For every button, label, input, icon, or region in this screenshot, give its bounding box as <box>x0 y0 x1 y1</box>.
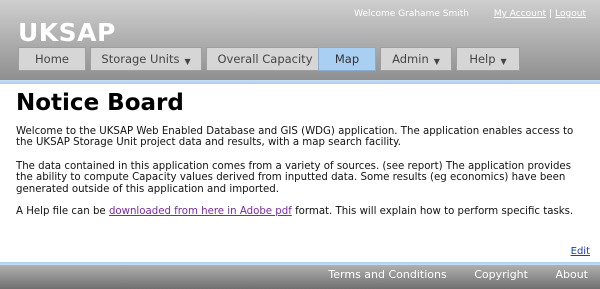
chevron-down-icon: ▼ <box>500 57 507 66</box>
tab-map[interactable]: Map <box>318 47 376 71</box>
footer-links: Terms and Conditions Copyright About <box>304 268 588 281</box>
footer-copyright-link[interactable]: Copyright <box>474 268 528 281</box>
tab-home[interactable]: Home <box>18 47 86 71</box>
welcome-text: Welcome Grahame Smith <box>354 9 469 19</box>
tab-help[interactable]: Help ▼ <box>456 47 520 71</box>
header-accent-stripe <box>0 80 600 84</box>
footer-terms-link[interactable]: Terms and Conditions <box>328 268 446 281</box>
tab-admin[interactable]: Admin ▼ <box>380 47 452 71</box>
tab-label: Help <box>469 52 496 66</box>
account-links: Welcome Grahame Smith My Account | Logout <box>354 9 586 19</box>
chevron-down-icon: ▼ <box>433 57 440 66</box>
edit-link[interactable]: Edit <box>571 246 590 257</box>
page-title: Notice Board <box>16 90 184 116</box>
footer-about-link[interactable]: About <box>555 268 588 281</box>
intro-paragraph: Welcome to the UKSAP Web Enabled Databas… <box>16 126 574 149</box>
tab-label: Storage Units <box>101 52 180 66</box>
logout-link[interactable]: Logout <box>555 9 586 19</box>
chevron-down-icon: ▼ <box>184 57 191 66</box>
help-text-before: A Help file can be <box>16 206 109 217</box>
tab-overall-capacity[interactable]: Overall Capacity <box>206 47 324 71</box>
tab-label: Overall Capacity <box>217 52 313 66</box>
site-header: UKSAP Welcome Grahame Smith My Account | L… <box>0 0 600 84</box>
link-separator: | <box>549 9 553 19</box>
site-logo[interactable]: UKSAP <box>18 18 116 47</box>
help-paragraph: A Help file can be downloaded from here … <box>16 206 590 217</box>
tab-label: Home <box>35 52 69 66</box>
my-account-link[interactable]: My Account <box>494 9 546 19</box>
pdf-download-link[interactable]: downloaded from here in Adobe pdf <box>109 206 292 217</box>
tab-label: Admin <box>392 52 429 66</box>
tab-storage-units[interactable]: Storage Units ▼ <box>90 47 202 71</box>
site-footer: Terms and Conditions Copyright About <box>0 262 600 289</box>
data-sources-paragraph: The data contained in this application c… <box>16 161 572 195</box>
help-text-after: format. This will explain how to perform… <box>291 206 574 217</box>
tab-label: Map <box>334 52 360 66</box>
